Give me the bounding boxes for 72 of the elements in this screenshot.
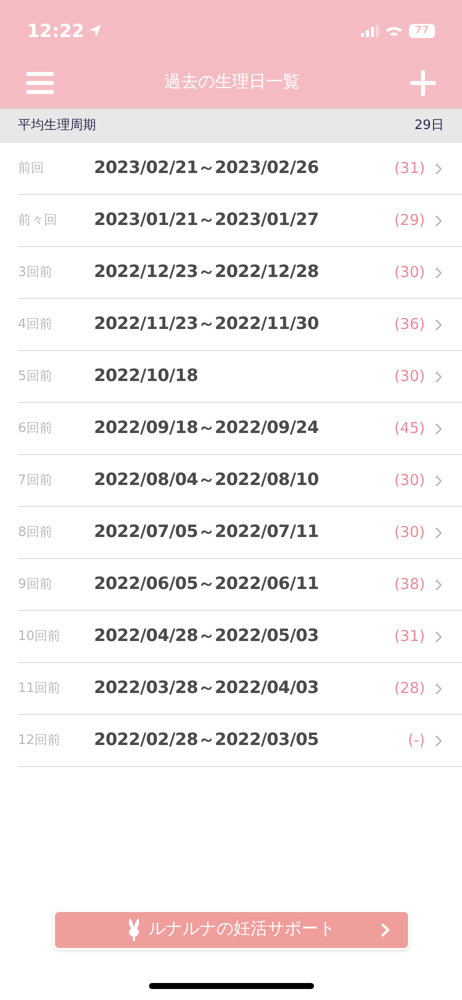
rabbit-icon (126, 918, 140, 942)
cycle-days: (30) (394, 469, 425, 492)
period-dates: 2022/04/28～2022/05/03 (94, 624, 320, 648)
period-label: 6回前 (18, 420, 54, 438)
wifi-icon (385, 24, 403, 38)
average-cycle-label: 平均生理周期 (18, 117, 96, 136)
chevron-right-icon (435, 318, 442, 330)
period-label: 3回前 (18, 264, 54, 282)
cycle-days: (31) (394, 157, 425, 180)
period-label: 4回前 (18, 316, 54, 334)
cycle-days: (-) (408, 729, 425, 752)
period-label: 10回前 (18, 628, 62, 646)
period-label: 前々回 (18, 212, 58, 230)
period-label: 5回前 (18, 368, 54, 386)
cycle-days: (45) (394, 417, 425, 440)
cycle-days: (30) (394, 521, 425, 544)
cycle-days: (30) (394, 365, 425, 388)
cycle-days: (30) (394, 261, 425, 284)
period-dates: 2022/03/28～2022/04/03 (94, 676, 320, 700)
chevron-right-icon (435, 630, 442, 642)
chevron-right-icon (435, 162, 442, 174)
period-label: 11回前 (18, 680, 62, 698)
period-dates: 2022/10/18 (94, 364, 200, 388)
chevron-right-icon (435, 370, 442, 382)
period-label: 12回前 (18, 732, 62, 750)
period-dates: 2022/08/04～2022/08/10 (94, 468, 320, 492)
period-label: 前回 (18, 160, 45, 178)
period-row[interactable]: 5回前 2022/10/18 (30) (18, 351, 462, 403)
period-row[interactable]: 9回前 2022/06/05～2022/06/11 (38) (18, 559, 462, 611)
period-row[interactable]: 10回前 2022/04/28～2022/05/03 (31) (18, 611, 462, 663)
period-dates: 2022/11/23～2022/11/30 (94, 312, 320, 336)
chevron-right-icon (435, 214, 442, 226)
period-dates: 2022/02/28～2022/03/05 (94, 728, 320, 752)
period-dates: 2022/07/05～2022/07/11 (94, 520, 320, 544)
chevron-right-icon (435, 734, 442, 746)
period-dates: 2023/02/21～2023/02/26 (94, 156, 320, 180)
cycle-days: (31) (394, 625, 425, 648)
period-dates: 2022/09/18～2022/09/24 (94, 416, 320, 440)
signal-icon (361, 25, 379, 37)
period-dates: 2023/01/21～2023/01/27 (94, 208, 320, 232)
chevron-right-icon (435, 474, 442, 486)
location-arrow-icon (88, 24, 102, 38)
chevron-right-icon (435, 578, 442, 590)
period-label: 8回前 (18, 524, 54, 542)
cycle-days: (29) (394, 209, 425, 232)
period-row[interactable]: 11回前 2022/03/28～2022/04/03 (28) (18, 663, 462, 715)
period-dates: 2022/12/23～2022/12/28 (94, 260, 320, 284)
period-label: 9回前 (18, 576, 54, 594)
page-title: 過去の生理日一覧 (164, 71, 300, 94)
period-label: 7回前 (18, 472, 54, 490)
chevron-right-icon (380, 923, 390, 937)
period-row[interactable]: 前回 2023/02/21～2023/02/26 (31) (18, 143, 462, 195)
period-row[interactable]: 3回前 2022/12/23～2022/12/28 (30) (18, 247, 462, 299)
menu-icon[interactable] (26, 71, 54, 95)
cycle-days: (36) (394, 313, 425, 336)
period-row[interactable]: 7回前 2022/08/04～2022/08/10 (30) (18, 455, 462, 507)
cycle-days: (28) (394, 677, 425, 700)
add-icon[interactable] (410, 70, 436, 96)
chevron-right-icon (435, 526, 442, 538)
status-time: 12:22 (27, 20, 84, 44)
period-row[interactable]: 前々回 2023/01/21～2023/01/27 (29) (18, 195, 462, 247)
period-row[interactable]: 12回前 2022/02/28～2022/03/05 (-) (18, 715, 462, 767)
chevron-right-icon (435, 266, 442, 278)
period-dates: 2022/06/05～2022/06/11 (94, 572, 320, 596)
period-row[interactable]: 6回前 2022/09/18～2022/09/24 (45) (18, 403, 462, 455)
period-row[interactable]: 4回前 2022/11/23～2022/11/30 (36) (18, 299, 462, 351)
average-cycle-value: 29日 (414, 117, 444, 136)
chevron-right-icon (435, 422, 442, 434)
cycle-days: (38) (394, 573, 425, 596)
battery-level: 77 (415, 26, 429, 36)
chevron-right-icon (435, 682, 442, 694)
period-row[interactable]: 8回前 2022/07/05～2022/07/11 (30) (18, 507, 462, 559)
